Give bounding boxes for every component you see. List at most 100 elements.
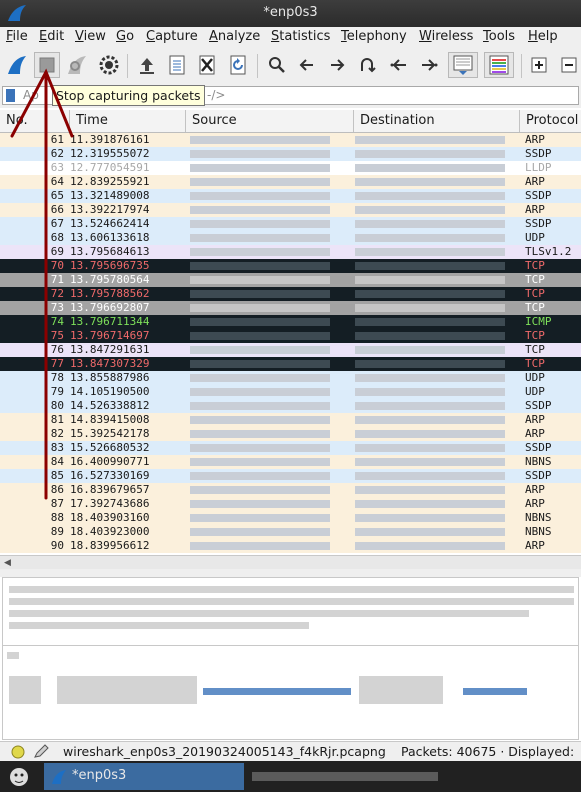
menu-capture[interactable]: Capture bbox=[146, 29, 198, 44]
packet-row[interactable]: 86 16.839679657 ARP bbox=[0, 483, 581, 497]
close-file-button[interactable] bbox=[194, 52, 220, 78]
first-packet-button[interactable] bbox=[386, 52, 412, 78]
packet-row[interactable]: 88 18.403903160 NBNS bbox=[0, 511, 581, 525]
document-icon bbox=[169, 55, 185, 75]
zoom-in-icon bbox=[531, 57, 547, 73]
packet-destination-redacted bbox=[355, 150, 505, 158]
taskbar-window-button[interactable]: *enp0s3 bbox=[44, 763, 244, 790]
packet-row[interactable]: 67 13.524662414 SSDP bbox=[0, 217, 581, 231]
packet-row[interactable]: 71 13.795780564 TCP bbox=[0, 273, 581, 287]
packet-row[interactable]: 77 13.847307329 TCP bbox=[0, 357, 581, 371]
packet-row[interactable]: 69 13.795684613 TLSv1.2 bbox=[0, 245, 581, 259]
packet-row[interactable]: 90 18.839956612 ARP bbox=[0, 539, 581, 553]
packet-row[interactable]: 85 16.527330169 SSDP bbox=[0, 469, 581, 483]
colorize-lines-icon bbox=[489, 55, 509, 75]
auto-scroll-button[interactable] bbox=[448, 52, 478, 78]
colorize-button[interactable] bbox=[484, 52, 514, 78]
packet-time: 13.321489008 bbox=[70, 189, 150, 202]
start-capture-button[interactable] bbox=[4, 52, 30, 78]
menu-wireless[interactable]: Wireless bbox=[419, 29, 473, 44]
packet-row[interactable]: 80 14.526338812 SSDP bbox=[0, 399, 581, 413]
packet-destination-redacted bbox=[355, 304, 505, 312]
packet-time: 16.527330169 bbox=[70, 469, 150, 482]
packet-row[interactable]: 75 13.796714697 TCP bbox=[0, 329, 581, 343]
packet-source-redacted bbox=[190, 304, 330, 312]
packet-row[interactable]: 76 13.847291631 TCP bbox=[0, 343, 581, 357]
packet-time: 18.403923000 bbox=[70, 525, 150, 538]
packet-destination-redacted bbox=[355, 276, 505, 284]
packet-row[interactable]: 74 13.796711344 ICMP bbox=[0, 315, 581, 329]
packet-row[interactable]: 65 13.321489008 SSDP bbox=[0, 189, 581, 203]
window-title: *enp0s3 bbox=[263, 5, 318, 20]
packet-protocol: TCP bbox=[525, 273, 545, 286]
menu-analyze[interactable]: Analyze bbox=[209, 29, 260, 44]
go-forward-button[interactable] bbox=[324, 52, 350, 78]
packet-time: 13.795780564 bbox=[70, 273, 150, 286]
packet-row[interactable]: 84 16.400990771 NBNS bbox=[0, 455, 581, 469]
menu-statistics[interactable]: Statistics bbox=[271, 29, 330, 44]
stop-capture-button[interactable] bbox=[34, 52, 60, 78]
reload-file-button[interactable] bbox=[225, 52, 251, 78]
zoom-in-button[interactable] bbox=[526, 52, 552, 78]
packet-row[interactable]: 79 14.105190500 UDP bbox=[0, 385, 581, 399]
packet-row[interactable]: 62 12.319555072 SSDP bbox=[0, 147, 581, 161]
save-file-button[interactable] bbox=[164, 52, 190, 78]
packet-time: 12.777054591 bbox=[70, 161, 150, 174]
column-header-protocol[interactable]: Protocol bbox=[520, 110, 581, 132]
packet-source-redacted bbox=[190, 458, 330, 466]
column-header-destination[interactable]: Destination bbox=[354, 110, 520, 132]
packet-row[interactable]: 66 13.392217974 ARP bbox=[0, 203, 581, 217]
packet-row[interactable]: 83 15.526680532 SSDP bbox=[0, 441, 581, 455]
packet-row[interactable]: 70 13.795696735 TCP bbox=[0, 259, 581, 273]
packet-time: 13.796714697 bbox=[70, 329, 150, 342]
packet-source-redacted bbox=[190, 150, 330, 158]
packet-row[interactable]: 81 14.839415008 ARP bbox=[0, 413, 581, 427]
packet-row[interactable]: 89 18.403923000 NBNS bbox=[0, 525, 581, 539]
title-bar: *enp0s3 bbox=[0, 0, 581, 27]
packet-source-redacted bbox=[190, 178, 330, 186]
packet-row[interactable]: 68 13.606133618 UDP bbox=[0, 231, 581, 245]
packet-list: 61 11.391876161 ARP 62 12.319555072 SSDP 63 12.… bbox=[0, 133, 581, 554]
packet-row[interactable]: 87 17.392743686 ARP bbox=[0, 497, 581, 511]
start-menu-icon[interactable] bbox=[7, 765, 31, 789]
packet-row[interactable]: 63 12.777054591 LLDP bbox=[0, 161, 581, 175]
column-header-source[interactable]: Source bbox=[186, 110, 354, 132]
find-packet-button[interactable] bbox=[264, 52, 290, 78]
capture-comment-icon[interactable] bbox=[33, 744, 49, 759]
menu-help[interactable]: Help bbox=[528, 29, 558, 44]
packet-destination-redacted bbox=[355, 234, 505, 242]
packet-row[interactable]: 64 12.839255921 ARP bbox=[0, 175, 581, 189]
packet-row[interactable]: 72 13.795788562 TCP bbox=[0, 287, 581, 301]
packet-row[interactable]: 78 13.855887986 UDP bbox=[0, 371, 581, 385]
menu-tools[interactable]: Tools bbox=[483, 29, 515, 44]
scroll-left-icon[interactable]: ◀ bbox=[4, 558, 11, 568]
packet-source-redacted bbox=[190, 444, 330, 452]
column-header-time[interactable]: Time bbox=[70, 110, 186, 132]
bookmark-icon[interactable] bbox=[6, 89, 15, 102]
packet-number: 77 bbox=[50, 357, 64, 370]
menu-file[interactable]: File bbox=[6, 29, 28, 44]
go-to-packet-button[interactable] bbox=[354, 52, 380, 78]
packet-list-horizontal-scrollbar[interactable]: ◀ bbox=[0, 555, 581, 570]
menu-go[interactable]: Go bbox=[116, 29, 134, 44]
restart-capture-button[interactable] bbox=[64, 52, 90, 78]
expert-info-icon[interactable] bbox=[11, 745, 25, 759]
packet-destination-redacted bbox=[355, 486, 505, 494]
go-back-button[interactable] bbox=[294, 52, 320, 78]
packet-row[interactable]: 73 13.796692807 TCP bbox=[0, 301, 581, 315]
menu-edit[interactable]: Edit bbox=[39, 29, 64, 44]
last-packet-button[interactable] bbox=[416, 52, 442, 78]
menu-telephony[interactable]: Telephony bbox=[341, 29, 407, 44]
menu-view[interactable]: View bbox=[75, 29, 106, 44]
packet-row[interactable]: 82 15.392542178 ARP bbox=[0, 427, 581, 441]
packet-time: 13.796711344 bbox=[70, 315, 150, 328]
column-header-no[interactable]: No. bbox=[0, 110, 70, 132]
blurred-hex bbox=[57, 676, 197, 704]
zoom-out-button[interactable] bbox=[556, 52, 581, 78]
packet-row[interactable]: 61 11.391876161 ARP bbox=[0, 133, 581, 147]
capture-options-button[interactable] bbox=[96, 52, 122, 78]
open-file-button[interactable] bbox=[134, 52, 160, 78]
packet-bytes-pane[interactable] bbox=[2, 645, 579, 740]
pane-splitter[interactable] bbox=[0, 569, 581, 577]
packet-number: 64 bbox=[50, 175, 64, 188]
